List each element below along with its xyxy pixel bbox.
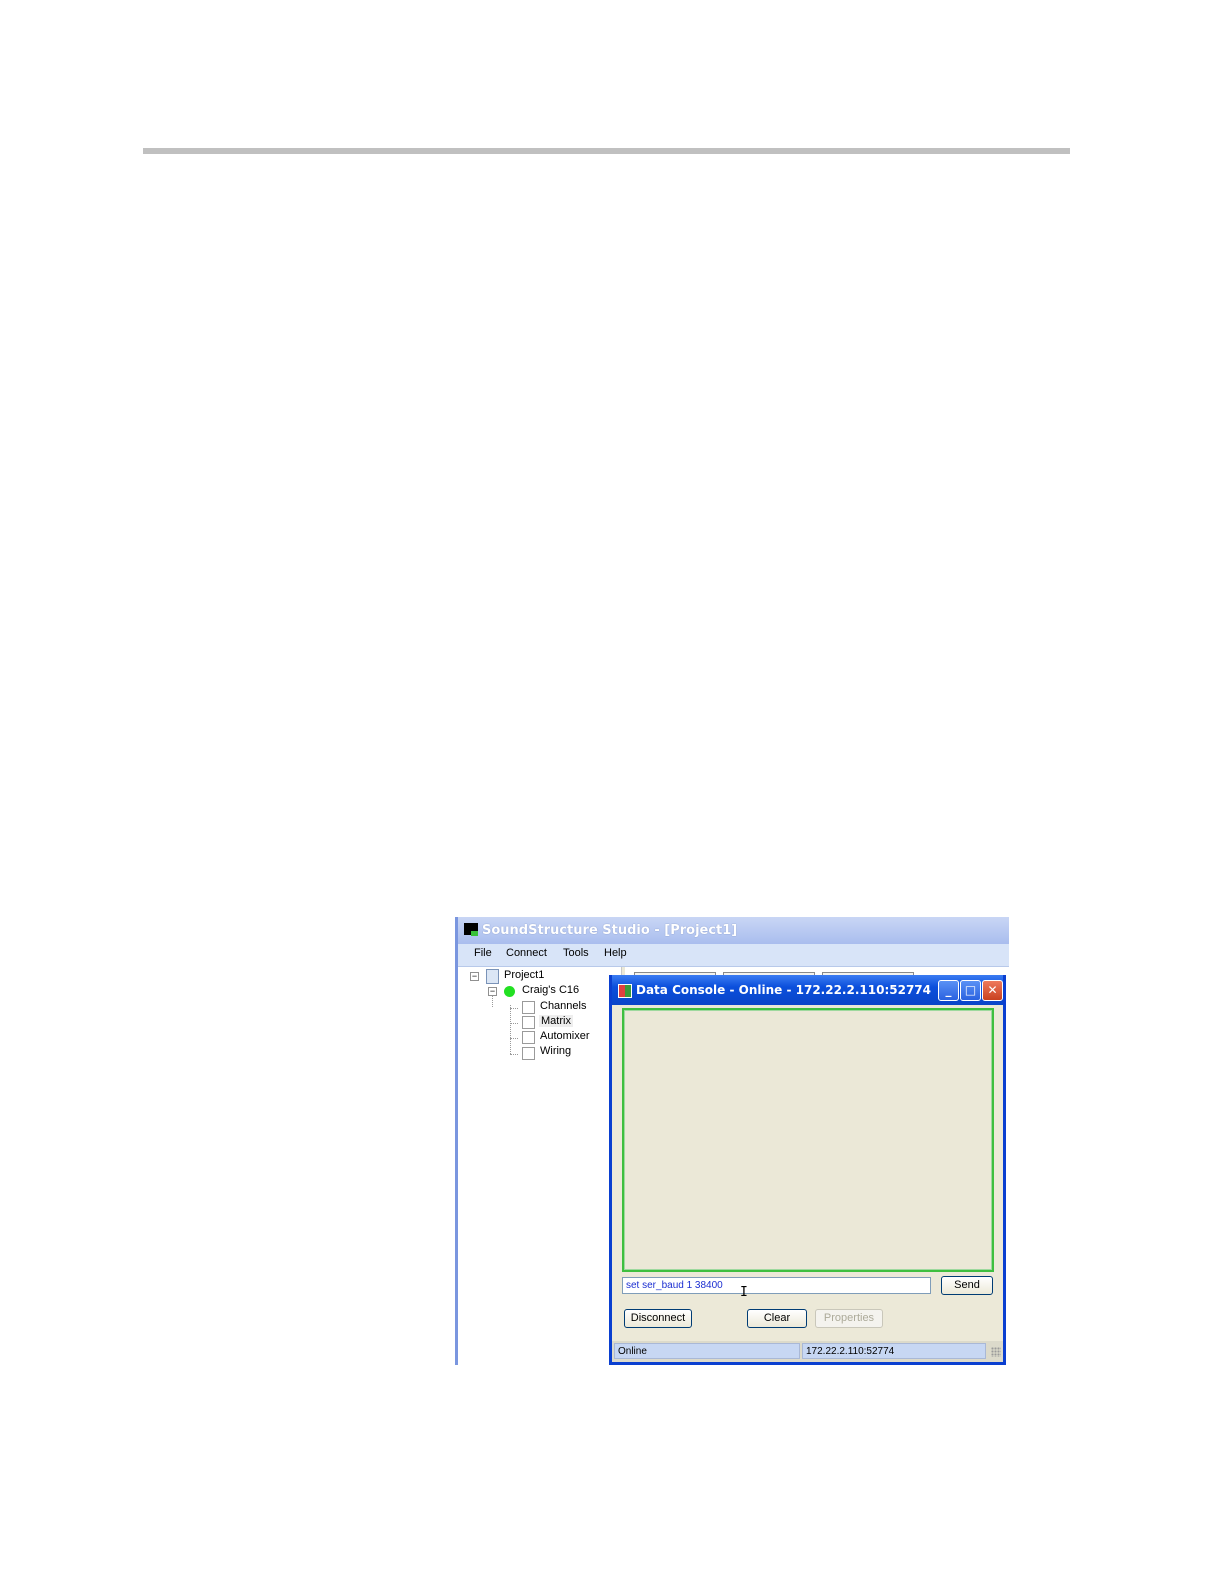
data-console-dialog: Data Console - Online - 172.22.2.110:527… — [609, 975, 1006, 1365]
maximize-button[interactable]: □ — [960, 980, 981, 1001]
menu-file[interactable]: File — [474, 947, 492, 959]
project-tree: − Project1 − Craig's C16 Channels Matrix… — [458, 967, 623, 1365]
tree-connector — [510, 1008, 518, 1009]
status-connection: Online — [614, 1343, 800, 1359]
console-titlebar[interactable]: Data Console - Online - 172.22.2.110:527… — [612, 975, 1003, 1005]
clear-button[interactable]: Clear — [747, 1309, 807, 1328]
disconnect-button[interactable]: Disconnect — [624, 1309, 692, 1328]
console-app-icon — [618, 984, 632, 998]
minimize-button[interactable]: _ — [938, 980, 959, 1001]
tree-item-project[interactable]: Project1 — [504, 969, 544, 981]
console-title: Data Console - Online - 172.22.2.110:527… — [636, 983, 931, 997]
console-output[interactable] — [622, 1008, 994, 1272]
text-cursor-icon: I — [740, 1285, 748, 1300]
collapse-icon[interactable]: − — [488, 987, 497, 996]
page-icon — [522, 1047, 535, 1060]
tree-connector — [510, 1023, 518, 1024]
tree-connector — [510, 1038, 518, 1039]
tree-connector — [510, 1005, 511, 1054]
menu-bar: File Connect Tools Help — [458, 944, 1009, 967]
project-icon — [486, 969, 499, 984]
page-icon — [522, 1031, 535, 1044]
tree-item-matrix[interactable]: Matrix — [539, 1015, 573, 1027]
page-icon — [522, 1001, 535, 1014]
collapse-icon[interactable]: − — [470, 972, 479, 981]
app-titlebar[interactable]: SoundStructure Studio - [Project1] — [458, 917, 1009, 944]
menu-help[interactable]: Help — [604, 947, 627, 959]
app-icon — [464, 923, 478, 936]
tree-item-automixer[interactable]: Automixer — [540, 1030, 590, 1042]
page-header-rule — [143, 148, 1070, 154]
send-button[interactable]: Send — [941, 1276, 993, 1295]
resize-grip-icon[interactable] — [991, 1347, 1001, 1357]
page-icon — [522, 1016, 535, 1029]
app-title: SoundStructure Studio - [Project1] — [482, 923, 738, 938]
tree-item-device[interactable]: Craig's C16 — [522, 984, 579, 996]
close-button[interactable]: ✕ — [982, 980, 1003, 1001]
menu-tools[interactable]: Tools — [563, 947, 589, 959]
tree-item-wiring[interactable]: Wiring — [540, 1045, 571, 1057]
properties-button: Properties — [815, 1309, 883, 1328]
online-status-icon — [504, 986, 515, 997]
menu-connect[interactable]: Connect — [506, 947, 547, 959]
tree-item-channels[interactable]: Channels — [540, 1000, 586, 1012]
status-address: 172.22.2.110:52774 — [802, 1343, 986, 1359]
tree-connector — [510, 1054, 518, 1055]
command-input[interactable] — [622, 1277, 931, 1294]
status-bar: Online 172.22.2.110:52774 — [612, 1341, 1003, 1362]
